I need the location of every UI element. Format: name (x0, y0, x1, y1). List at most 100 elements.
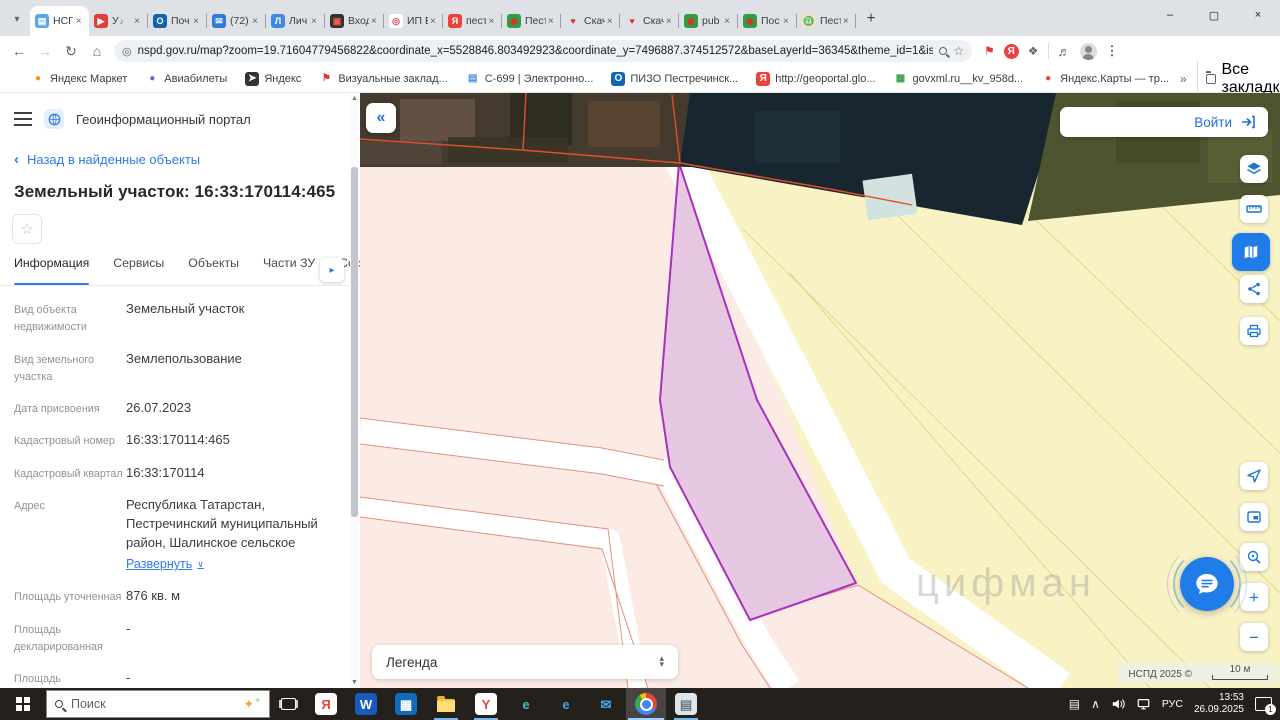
back-to-results-link[interactable]: ‹ Назад в найденные объекты (0, 129, 360, 168)
panel-tab[interactable]: Информация (14, 256, 90, 285)
taskbar-app[interactable]: e (506, 688, 546, 720)
tabs-scroll-right-icon[interactable]: ▸ (320, 258, 344, 282)
taskbar-search-input[interactable]: Поиск ✦✧ (46, 690, 270, 718)
url-text[interactable]: nspd.gov.ru/map?zoom=19.71604779456822&c… (138, 45, 934, 57)
taskbar-app[interactable]: Я (306, 688, 346, 720)
map-canvas[interactable] (360, 93, 1280, 688)
collapse-panel-button[interactable]: « (366, 103, 396, 133)
panel-scrollbar[interactable]: ▲ ▼ (350, 95, 359, 686)
taskbar-app[interactable]: W (346, 688, 386, 720)
home-icon[interactable]: ⌂ (86, 40, 108, 62)
browser-tab[interactable]: ♥ Скач × (620, 6, 679, 36)
taskbar-app[interactable] (626, 688, 666, 720)
profile-avatar[interactable] (1079, 42, 1097, 60)
reload-icon[interactable]: ↻ (60, 40, 82, 62)
forward-icon[interactable]: → (34, 40, 56, 62)
legend-expand-icon[interactable]: ▴ ▾ (659, 654, 664, 668)
tab-close-icon[interactable]: × (308, 16, 320, 27)
expand-address-link[interactable]: Развернуть ∨ (126, 555, 204, 573)
browser-tab[interactable]: ◉ Пест × (502, 6, 561, 36)
taskbar-app[interactable] (426, 688, 466, 720)
panel-tab[interactable]: Сервисы (113, 256, 164, 285)
browser-tab[interactable]: ◎ ИП Е × (384, 6, 443, 36)
taskbar-app[interactable]: ✉ (586, 688, 626, 720)
bookmark-star-icon[interactable]: ☆ (953, 44, 964, 58)
zoom-out-button[interactable]: − (1240, 623, 1268, 651)
media-controls-icon[interactable]: ♬ (1058, 44, 1071, 59)
browser-tab[interactable]: Л Лич × (266, 6, 325, 36)
task-view-button[interactable] (270, 688, 306, 720)
measure-tool-button[interactable] (1240, 195, 1268, 223)
bookmark-item[interactable]: ➤ Яндекс (238, 69, 308, 89)
volume-icon[interactable] (1111, 697, 1125, 711)
apps-grid-icon[interactable] (10, 73, 12, 85)
close-button[interactable]: × (1236, 0, 1280, 30)
taskbar-clock[interactable]: 13:53 26.09.2025 (1194, 692, 1244, 717)
tab-close-icon[interactable]: × (546, 16, 557, 27)
tab-close-icon[interactable]: × (780, 16, 792, 27)
bookmark-item[interactable]: ● Яндекс.Карты — тр... (1034, 69, 1176, 89)
extensions-puzzle-icon[interactable]: ❖ (1028, 44, 1039, 58)
browser-tab[interactable]: Я пест × (443, 6, 502, 36)
tab-audio-icon[interactable]: ♪ (120, 17, 124, 26)
overview-map-tool-button[interactable] (1240, 503, 1268, 531)
tab-search-icon[interactable]: ▾ (6, 8, 28, 30)
tab-close-icon[interactable]: × (721, 16, 733, 27)
browser-tab[interactable]: ▤ НСП × (30, 6, 89, 36)
language-indicator[interactable]: РУС (1162, 698, 1183, 710)
start-button[interactable] (0, 688, 46, 720)
login-bar[interactable]: Войти (1060, 107, 1268, 137)
tab-close-icon[interactable]: × (428, 16, 438, 27)
scroll-up-icon[interactable]: ▲ (350, 95, 359, 102)
hidden-icons-chevron[interactable]: ∧ (1091, 697, 1100, 711)
browser-tab[interactable]: ♥ Скач × (561, 6, 620, 36)
site-info-icon[interactable]: ◎ (122, 45, 132, 58)
minimize-button[interactable]: – (1148, 0, 1192, 30)
bookmark-item[interactable]: ▤ С-699 | Электронно... (459, 69, 601, 89)
bookmark-item[interactable]: ⚑ Визуальные заклад... (312, 69, 454, 89)
address-bar[interactable]: ◎ nspd.gov.ru/map?zoom=19.71604779456822… (114, 40, 972, 62)
bookmark-item[interactable]: O ПИЗО Пестречинск... (604, 69, 745, 89)
bookmark-item[interactable]: ▦ govxml.ru__kv_958d... (887, 69, 1031, 89)
bookmark-item[interactable]: Я http://geoportal.glo... (749, 69, 882, 89)
search-on-map-tool-button[interactable] (1240, 543, 1268, 571)
back-icon[interactable]: ← (8, 40, 30, 62)
browser-menu-icon[interactable]: ⋮ (1106, 43, 1119, 59)
tab-close-icon[interactable]: × (190, 16, 202, 27)
map-viewport[interactable]: цифман « Войти + − Легенда ▴ ▾ НСПД 2025… (360, 93, 1280, 688)
legend-toggle[interactable]: Легенда ▴ ▾ (372, 645, 678, 679)
taskbar-app[interactable]: ▤ (666, 688, 706, 720)
tab-close-icon[interactable]: × (486, 16, 497, 27)
tab-close-icon[interactable]: × (369, 16, 379, 27)
share-tool-button[interactable] (1240, 275, 1268, 303)
browser-tab[interactable]: ♎ Пест × (797, 6, 856, 36)
browser-tab[interactable]: ◉ Пос × (738, 6, 797, 36)
tab-close-icon[interactable]: × (131, 16, 143, 27)
identify-tool-button[interactable] (1232, 233, 1270, 271)
yandex-extension-icon[interactable]: Я (1003, 43, 1019, 59)
maximize-button[interactable]: ▢ (1192, 0, 1236, 30)
browser-tab[interactable]: ✉ (72) × (207, 6, 266, 36)
scrollbar-thumb[interactable] (351, 167, 358, 517)
bookmark-item[interactable]: ● Яндекс Маркет (24, 69, 134, 89)
tab-close-icon[interactable]: × (841, 16, 852, 27)
more-bookmarks-icon[interactable]: » (1180, 72, 1187, 86)
geolocation-tool-button[interactable] (1240, 462, 1268, 490)
zoom-page-icon[interactable] (939, 47, 948, 55)
tab-close-icon[interactable]: × (249, 16, 261, 27)
menu-burger-icon[interactable] (14, 112, 32, 126)
taskbar-app[interactable]: Y (466, 688, 506, 720)
login-label[interactable]: Войти (1194, 115, 1232, 130)
network-icon[interactable] (1136, 697, 1151, 711)
browser-tab[interactable]: ◉ pub × (679, 6, 738, 36)
favorite-star-button[interactable]: ☆ (12, 214, 42, 244)
layers-tool-button[interactable] (1240, 155, 1268, 183)
widgets-icon[interactable]: ▤ (1069, 697, 1080, 711)
action-center-icon[interactable]: 1 (1255, 697, 1276, 715)
print-tool-button[interactable] (1240, 317, 1268, 345)
chat-assistant-button[interactable] (1167, 544, 1247, 624)
browser-tab[interactable]: O Поч × (148, 6, 207, 36)
visual-bookmarks-extension-icon[interactable]: ⚑ (984, 44, 995, 58)
new-tab-button[interactable]: + (858, 6, 884, 32)
panel-tab[interactable]: Объекты (188, 256, 239, 285)
